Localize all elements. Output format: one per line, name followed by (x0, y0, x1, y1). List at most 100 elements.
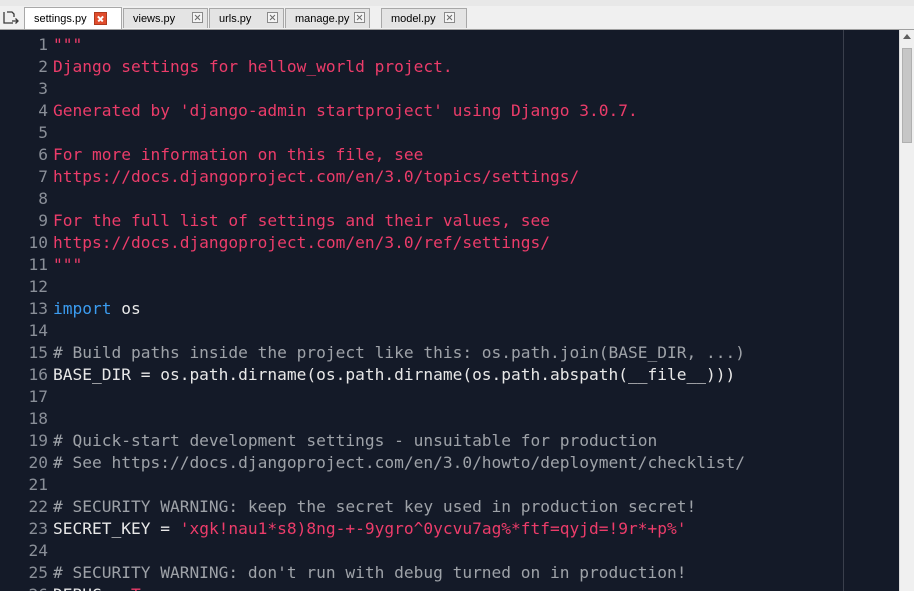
code-line: 4 Generated by 'django-admin startproject… (0, 100, 899, 122)
line-number: 14 (28, 321, 49, 340)
code-text: import os (53, 298, 141, 320)
code-token: https://docs.djangoproject.com/en/3.0/to… (53, 167, 580, 186)
line-number: 13 (28, 299, 49, 318)
code-token: SECRET_KEY = (53, 519, 180, 538)
tab-views-py[interactable]: views.py (123, 8, 208, 28)
tab-urls-py[interactable]: urls.py (209, 8, 284, 28)
close-icon[interactable] (94, 12, 107, 25)
code-line: 19 # Quick-start development settings - u… (0, 430, 899, 452)
code-text: SECRET_KEY = 'xgk!nau1*s8)8ng-+-9ygro^0y… (53, 518, 686, 540)
code-lines: 1 """ 2 Django settings for hellow_world pr… (0, 34, 899, 591)
code-line: 18 (0, 408, 899, 430)
code-text: https://docs.djangoproject.com/en/3.0/to… (53, 166, 579, 188)
code-line: 13 import os (0, 298, 899, 320)
code-token: import (53, 299, 112, 318)
line-number: 7 (38, 167, 48, 186)
vertical-scrollbar[interactable] (899, 30, 914, 591)
code-editor[interactable]: 1 """ 2 Django settings for hellow_world pr… (0, 30, 899, 591)
code-text: DEBUG = True (53, 584, 170, 591)
line-number: 23 (28, 519, 49, 538)
tab-label: model.py (391, 13, 436, 25)
line-number: 15 (28, 343, 49, 362)
code-text: """ (53, 34, 82, 56)
code-token: For the full list of settings and their … (53, 211, 551, 230)
line-number: 11 (28, 255, 49, 274)
tab-label: urls.py (219, 13, 252, 25)
code-line: 7 https://docs.djangoproject.com/en/3.0/t… (0, 166, 899, 188)
code-token: BASE_DIR = os.path.dirname(os.path.dirna… (53, 365, 736, 384)
scrollbar-thumb[interactable] (902, 48, 912, 143)
code-line: 3 (0, 78, 899, 100)
line-number: 4 (38, 101, 48, 120)
code-line: 24 (0, 540, 899, 562)
close-icon[interactable] (267, 12, 278, 23)
code-token: # SECURITY WARNING: don't run with debug… (53, 563, 687, 582)
code-token: # See https://docs.djangoproject.com/en/… (53, 453, 745, 472)
line-number: 16 (28, 365, 49, 384)
tab-label: settings.py (34, 13, 87, 25)
code-token: Django settings for hellow_world project… (53, 57, 453, 76)
code-text: """ (53, 254, 82, 276)
code-line: 9 For the full list of settings and their… (0, 210, 899, 232)
line-number: 2 (38, 57, 48, 76)
arrow-up-icon[interactable] (903, 34, 911, 39)
code-token: https://docs.djangoproject.com/en/3.0/re… (53, 233, 551, 252)
tab-manage-py[interactable]: manage.py (285, 8, 370, 28)
close-icon[interactable] (192, 12, 203, 23)
code-token: For more information on this file, see (53, 145, 424, 164)
code-line: 21 (0, 474, 899, 496)
code-token: """ (53, 35, 83, 54)
code-line: 16 BASE_DIR = os.path.dirname(os.path.dir… (0, 364, 899, 386)
code-line: 5 (0, 122, 899, 144)
line-number: 8 (38, 189, 48, 208)
code-line: 20 # See https://docs.djangoproject.com/e… (0, 452, 899, 474)
line-number: 22 (28, 497, 49, 516)
tab-model-py[interactable]: model.py (381, 8, 467, 28)
code-line: 8 (0, 188, 899, 210)
code-token: # SECURITY WARNING: keep the secret key … (53, 497, 697, 516)
new-tab-icon[interactable] (3, 9, 21, 25)
code-line: 2 Django settings for hellow_world projec… (0, 56, 899, 78)
code-text: Django settings for hellow_world project… (53, 56, 453, 78)
line-number: 10 (28, 233, 49, 252)
code-token: """ (53, 255, 83, 274)
tab-settings-py[interactable]: settings.py (24, 7, 122, 29)
close-icon[interactable] (444, 12, 455, 23)
code-text: # SECURITY WARNING: don't run with debug… (53, 562, 686, 584)
line-number: 18 (28, 409, 49, 428)
code-text: https://docs.djangoproject.com/en/3.0/re… (53, 232, 550, 254)
line-number: 9 (38, 211, 48, 230)
code-text: # Quick-start development settings - uns… (53, 430, 657, 452)
code-line: 11 """ (0, 254, 899, 276)
code-line: 6 For more information on this file, see (0, 144, 899, 166)
code-text: # See https://docs.djangoproject.com/en/… (53, 452, 745, 474)
code-token: # Quick-start development settings - uns… (53, 431, 658, 450)
line-number: 19 (28, 431, 49, 450)
code-line: 17 (0, 386, 899, 408)
code-line: 22 # SECURITY WARNING: keep the secret ke… (0, 496, 899, 518)
code-text: For the full list of settings and their … (53, 210, 550, 232)
tab-label: manage.py (295, 13, 350, 25)
line-number: 1 (38, 35, 48, 54)
code-token: True (131, 585, 170, 591)
code-line: 12 (0, 276, 899, 298)
code-text: BASE_DIR = os.path.dirname(os.path.dirna… (53, 364, 735, 386)
code-text: # Build paths inside the project like th… (53, 342, 745, 364)
code-token: # Build paths inside the project like th… (53, 343, 745, 362)
line-number: 24 (28, 541, 49, 560)
line-number: 3 (38, 79, 48, 98)
code-text: For more information on this file, see (53, 144, 423, 166)
code-line: 26 DEBUG = True (0, 584, 899, 591)
line-number: 17 (28, 387, 49, 406)
code-token: DEBUG = (53, 585, 131, 591)
close-icon[interactable] (354, 12, 365, 23)
line-number: 25 (28, 563, 49, 582)
code-line: 10 https://docs.djangoproject.com/en/3.0/… (0, 232, 899, 254)
code-token: Generated by 'django-admin startproject'… (53, 101, 638, 120)
code-token: os (111, 299, 141, 318)
code-text: # SECURITY WARNING: keep the secret key … (53, 496, 696, 518)
line-number: 26 (0, 584, 49, 591)
code-line: 15 # Build paths inside the project like … (0, 342, 899, 364)
line-number: 5 (38, 123, 48, 142)
tab-bar: settings.py views.py urls.py manage.py model… (0, 6, 914, 30)
